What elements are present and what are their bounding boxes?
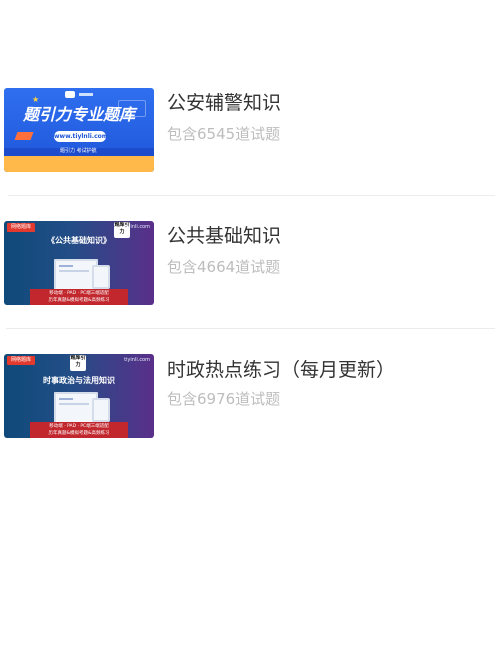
thumb-bottom-strip <box>4 156 154 172</box>
item-title[interactable]: 公安辅警知识 <box>167 90 281 116</box>
item-question-count: 包含4664道试题 <box>167 258 281 276</box>
book-icon <box>14 132 34 140</box>
thumb-site: tiyinli.com <box>124 224 150 230</box>
thumb-feature-line-2: 历年真题&模拟考题&高频练习 <box>48 298 110 303</box>
divider <box>6 328 495 329</box>
thumb-site: tiyinli.com <box>124 357 150 363</box>
item-title[interactable]: 时政热点练习（每月更新） <box>167 357 395 383</box>
thumb-feature-line-1: 移动端 · PAD · PC端三端适配 <box>49 291 109 296</box>
thumb-badge: 网络题库 <box>7 356 36 365</box>
item-question-count: 包含6545道试题 <box>167 125 281 143</box>
thumb-feature-bar: 移动端 · PAD · PC端三端适配 历年真题&模拟考题&高频练习 <box>30 289 128 305</box>
item-question-count: 包含6976道试题 <box>167 390 281 408</box>
brand-logo-icon <box>65 91 75 98</box>
thumb-feature-line-1: 移动端 · PAD · PC端三端适配 <box>49 424 109 429</box>
item-thumbnail: ★ 题引力专业题库 www.tiylnli.com 题引力 考试护航 <box>4 88 154 172</box>
item-thumbnail: 网络题库 题库引力 tiyinli.com 《公共基础知识》 移动端 · PAD… <box>4 221 154 305</box>
list-item-current-affairs[interactable]: 网络题库 题库引力 tiyinli.com 时事政治与法用知识 移动端 · PA… <box>0 354 495 438</box>
thumb-feature-line-2: 历年真题&模拟考题&高频练习 <box>48 431 110 436</box>
item-title[interactable]: 公共基础知识 <box>167 223 281 249</box>
divider <box>8 195 495 196</box>
brand-logo-icon: 题库引力 <box>70 355 86 371</box>
thumb-headline: 题引力专业题库 <box>22 105 135 124</box>
list-item-public-basics[interactable]: 网络题库 题库引力 tiyinli.com 《公共基础知识》 移动端 · PAD… <box>0 221 495 305</box>
thumb-feature-bar: 移动端 · PAD · PC端三端适配 历年真题&模拟考题&高频练习 <box>30 422 128 438</box>
phone-icon <box>92 265 110 289</box>
phone-icon <box>92 398 110 422</box>
star-icon: ★ <box>32 95 40 104</box>
list-item-public-security[interactable]: ★ 题引力专业题库 www.tiylnli.com 题引力 考试护航 公安辅警知… <box>0 88 495 172</box>
thumb-heading: 《公共基础知识》 <box>47 236 111 245</box>
thumb-heading: 时事政治与法用知识 <box>43 376 115 385</box>
thumb-url: www.tiylnli.com <box>54 131 109 142</box>
thumb-tagline: 题引力 考试护航 <box>60 148 97 154</box>
item-thumbnail: 网络题库 题库引力 tiyinli.com 时事政治与法用知识 移动端 · PA… <box>4 354 154 438</box>
brand-logo-text-mark <box>79 93 93 96</box>
thumb-badge: 网络题库 <box>7 223 36 232</box>
